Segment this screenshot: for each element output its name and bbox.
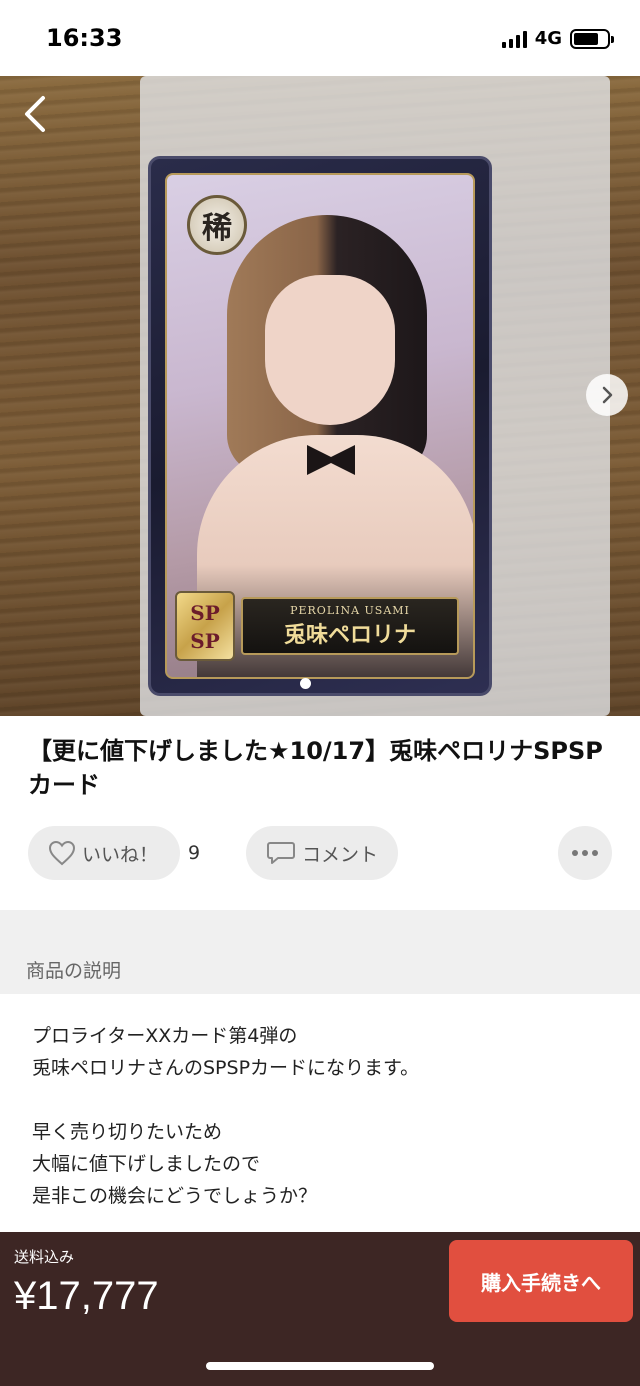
more-dots-icon: [572, 850, 598, 856]
description-line: 是非この機会にどうでしょうか？: [32, 1185, 318, 1207]
description-line: 早く売り切りたいため: [32, 1121, 223, 1143]
status-time: 16:33: [46, 24, 123, 52]
description-section-header: 商品の説明: [0, 910, 640, 994]
trading-card-image: 稀 SP SP PEROLINA USAMI 兎味ペロリナ: [148, 156, 492, 696]
card-name-jp: 兎味ペロリナ: [283, 622, 416, 648]
comment-button[interactable]: コメント: [246, 826, 398, 880]
status-indicators: 4G: [501, 28, 614, 49]
sp-badge: SP SP: [175, 591, 235, 661]
home-indicator[interactable]: [206, 1362, 434, 1370]
buy-button[interactable]: 購入手続きへ: [449, 1240, 633, 1322]
product-title: 【更に値下げしました★10/17】兎味ペロリナSPSPカード: [28, 737, 603, 799]
like-button[interactable]: いいね！: [28, 826, 180, 880]
description-line: プロライターXXカード第4弾の: [32, 1025, 298, 1047]
like-label: いいね！: [82, 843, 159, 866]
carousel-page-indicator: [300, 678, 311, 689]
comment-label: コメント: [302, 843, 379, 866]
purchase-bar: 送料込み ¥17,777 購入手続きへ: [0, 1232, 640, 1386]
speech-bubble-icon: [267, 842, 295, 864]
shipping-label: 送料込み: [14, 1248, 75, 1266]
network-type: 4G: [534, 28, 562, 49]
battery-icon: [570, 28, 614, 49]
card-name-plate: PEROLINA USAMI 兎味ペロリナ: [241, 597, 459, 655]
description-line: 兎味ペロリナさんのSPSPカードになります。: [32, 1057, 420, 1079]
status-bar: 16:33 4G: [0, 0, 640, 76]
like-count: 9: [188, 842, 201, 864]
price: ¥17,777: [14, 1274, 159, 1318]
card-name-romaji: PEROLINA USAMI: [290, 604, 410, 617]
heart-icon: [48, 840, 76, 866]
description-line: [32, 1084, 612, 1116]
next-image-button[interactable]: [586, 374, 628, 416]
product-description: プロライターXXカード第4弾の 兎味ペロリナさんのSPSPカードになります。 早…: [32, 1020, 612, 1212]
rarity-badge: 稀: [187, 195, 247, 255]
action-row: いいね！ 9 コメント: [28, 826, 618, 882]
chevron-right-icon: [602, 386, 613, 404]
back-button[interactable]: [18, 94, 58, 134]
signal-icon: [501, 30, 527, 48]
description-section-title: 商品の説明: [26, 960, 122, 982]
more-options-button[interactable]: [558, 826, 612, 880]
description-line: 大幅に値下げしましたので: [32, 1153, 261, 1175]
product-image-carousel[interactable]: 稀 SP SP PEROLINA USAMI 兎味ペロリナ: [0, 76, 640, 716]
chevron-left-icon: [25, 96, 45, 132]
